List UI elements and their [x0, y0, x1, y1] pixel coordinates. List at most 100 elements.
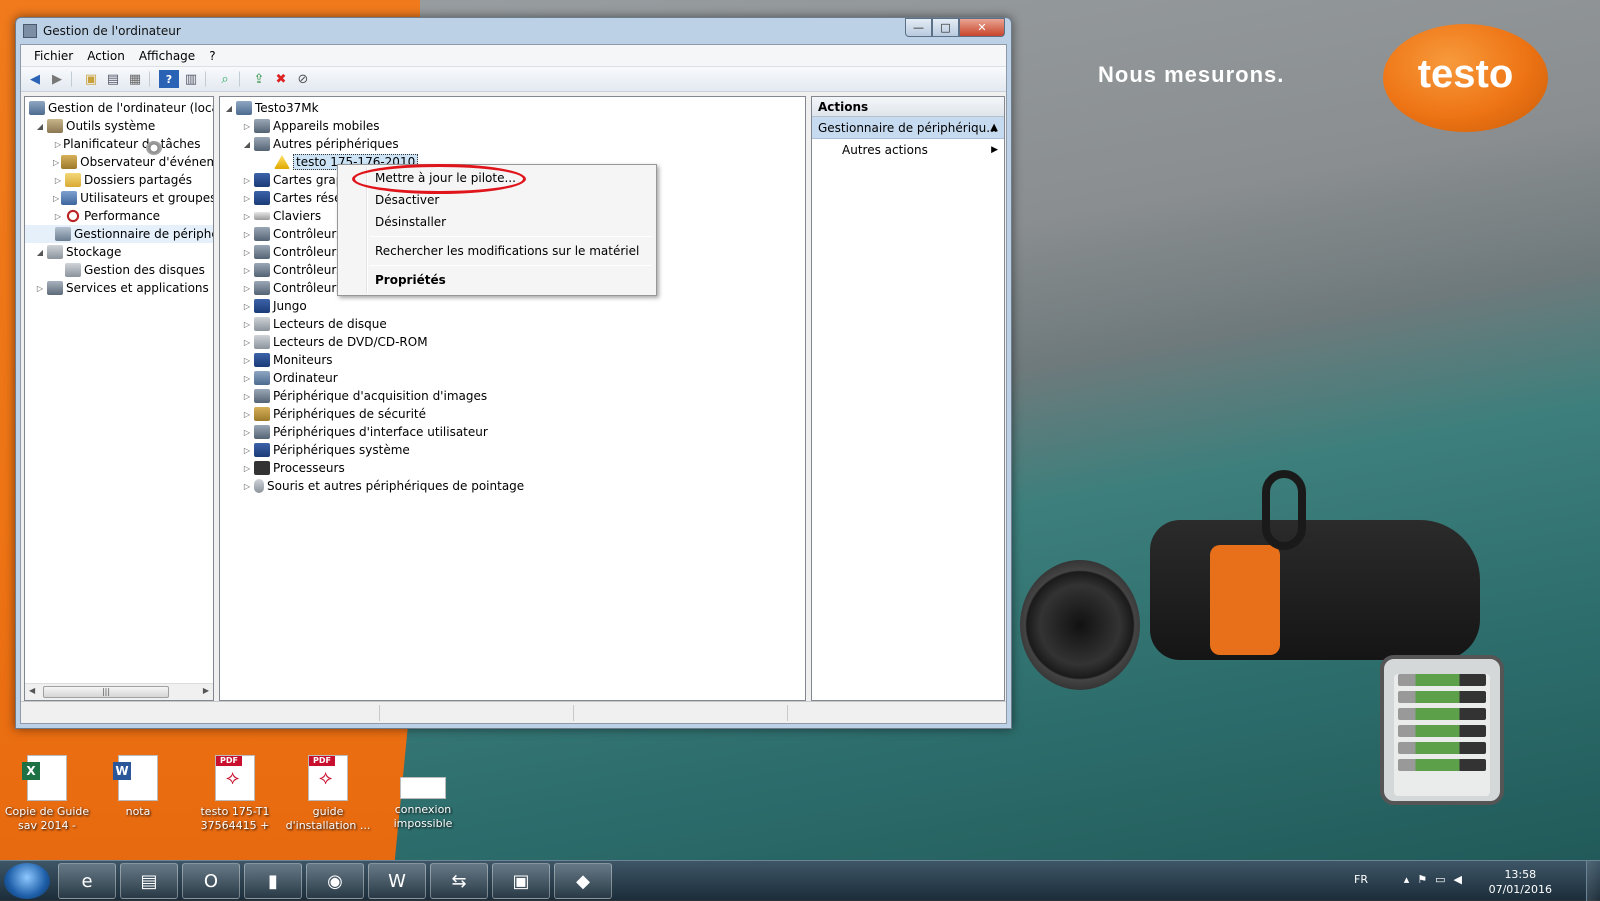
- tree-services-apps[interactable]: ▷ Services et applications: [25, 279, 213, 297]
- forward-icon[interactable]: ▶: [47, 70, 67, 88]
- start-button[interactable]: [4, 863, 50, 899]
- expand-arrow-icon[interactable]: ▷: [242, 320, 252, 329]
- outlook-icon[interactable]: O: [182, 863, 240, 899]
- tree-event-viewer[interactable]: ▷ Observateur d'événeme: [25, 153, 213, 171]
- tree-root[interactable]: Gestion de l'ordinateur (local): [25, 99, 213, 117]
- menu-fichier[interactable]: Fichier: [27, 49, 80, 63]
- tree-disk-management[interactable]: Gestion des disques: [25, 261, 213, 279]
- expand-arrow-icon[interactable]: ▷: [242, 446, 252, 455]
- desktop-icon-testo-pdf[interactable]: testo 175-T1 37564415 +: [190, 755, 280, 833]
- back-icon[interactable]: ◀: [25, 70, 45, 88]
- expand-arrow-icon[interactable]: ▷: [242, 356, 252, 365]
- menu-affichage[interactable]: Affichage: [132, 49, 202, 63]
- scroll-thumb[interactable]: |||: [43, 686, 169, 698]
- tree-storage[interactable]: ◢ Stockage: [25, 243, 213, 261]
- expand-arrow-icon[interactable]: ▷: [242, 248, 252, 257]
- disable-menu-item[interactable]: Désactiver: [340, 189, 654, 211]
- expand-arrow-icon[interactable]: ▷: [242, 374, 252, 383]
- expand-arrow-icon[interactable]: ▷: [53, 194, 59, 203]
- tree-system-tools[interactable]: ◢ Outils système: [25, 117, 213, 135]
- help-icon[interactable]: ?: [159, 70, 179, 88]
- expand-arrow-icon[interactable]: ▷: [53, 158, 59, 167]
- device-root[interactable]: ◢ Testo37Mk: [220, 99, 805, 117]
- menu-action[interactable]: Action: [80, 49, 132, 63]
- tree-shared-folders[interactable]: ▷ Dossiers partagés: [25, 171, 213, 189]
- actions-section-device-manager[interactable]: Gestionnaire de périphériqu... ▲: [812, 117, 1004, 139]
- expand-arrow-icon[interactable]: ▷: [242, 428, 252, 437]
- expand-arrow-icon[interactable]: ▷: [53, 212, 63, 221]
- show-desktop-button[interactable]: [1586, 861, 1600, 901]
- scan-hardware-icon[interactable]: ⌕: [215, 70, 235, 88]
- device-category[interactable]: ▷ Lecteurs de disque: [220, 315, 805, 333]
- expand-arrow-icon[interactable]: ▷: [53, 176, 63, 185]
- computer-management-icon[interactable]: ▣: [492, 863, 550, 899]
- tree-performance[interactable]: ▷ Performance: [25, 207, 213, 225]
- expand-arrow-icon[interactable]: ▷: [242, 410, 252, 419]
- device-category[interactable]: ▷ Ordinateur: [220, 369, 805, 387]
- device-category[interactable]: ▷ Périphériques d'interface utilisateur: [220, 423, 805, 441]
- expand-arrow-icon[interactable]: ▷: [242, 392, 252, 401]
- desktop-icon-guide[interactable]: Copie de Guide sav 2014 -: [2, 755, 92, 833]
- disable-icon[interactable]: ⊘: [293, 70, 313, 88]
- minimize-button[interactable]: —: [905, 18, 932, 37]
- internet-explorer-icon[interactable]: e: [58, 863, 116, 899]
- expand-arrow-icon[interactable]: ▷: [242, 338, 252, 347]
- device-category[interactable]: ▷ Jungo: [220, 297, 805, 315]
- device-category[interactable]: ▷ Processeurs: [220, 459, 805, 477]
- show-hide-tree-icon[interactable]: ▤: [103, 70, 123, 88]
- show-hide-action-pane-icon[interactable]: ▥: [181, 70, 201, 88]
- expand-arrow-icon[interactable]: ▷: [242, 122, 252, 131]
- title-bar[interactable]: Gestion de l'ordinateur — □ ✕: [16, 18, 1011, 44]
- expand-arrow-icon[interactable]: ▷: [242, 302, 252, 311]
- tree-task-scheduler[interactable]: ▷ Planificateur de tâches: [25, 135, 213, 155]
- tray-icons[interactable]: ▴⚑▭◀: [1404, 873, 1470, 886]
- device-category[interactable]: ▷ Lecteurs de DVD/CD-ROM: [220, 333, 805, 351]
- expand-arrow-icon[interactable]: ▷: [242, 266, 252, 275]
- device-category[interactable]: ▷ Moniteurs: [220, 351, 805, 369]
- close-button[interactable]: ✕: [959, 18, 1005, 37]
- language-indicator[interactable]: FR: [1354, 873, 1368, 886]
- collapse-arrow-icon[interactable]: ◢: [224, 104, 234, 113]
- desktop-icon-connexion[interactable]: connexion impossible: [378, 755, 468, 831]
- more-actions-item[interactable]: Autres actions ▶: [812, 139, 1004, 161]
- menu-help[interactable]: ?: [202, 49, 222, 63]
- desktop-icon-guide-pdf[interactable]: guide d'installation ...: [283, 755, 373, 833]
- device-category[interactable]: ▷ Souris et autres périphériques de poin…: [220, 477, 805, 495]
- update-driver-icon[interactable]: ⇪: [249, 70, 269, 88]
- clock[interactable]: 13:58 07/01/2016: [1489, 867, 1552, 897]
- uninstall-icon[interactable]: ✖: [271, 70, 291, 88]
- expand-arrow-icon[interactable]: ▷: [242, 176, 252, 185]
- expand-arrow-icon[interactable]: ▷: [35, 284, 45, 293]
- collapse-arrow-icon[interactable]: ◢: [35, 122, 45, 131]
- expand-arrow-icon[interactable]: ▷: [53, 140, 63, 149]
- chrome-icon[interactable]: ◉: [306, 863, 364, 899]
- expand-arrow-icon[interactable]: ▷: [242, 482, 252, 491]
- word-icon[interactable]: W: [368, 863, 426, 899]
- file-explorer-icon[interactable]: ▤: [120, 863, 178, 899]
- properties-icon[interactable]: ▦: [125, 70, 145, 88]
- device-category-other[interactable]: ◢ Autres périphériques: [220, 135, 805, 153]
- collapse-arrow-icon[interactable]: ◢: [35, 248, 45, 257]
- uninstall-menu-item[interactable]: Désinstaller: [340, 211, 654, 233]
- collapse-up-icon[interactable]: ▲: [990, 117, 998, 138]
- network-icon[interactable]: ◆: [554, 863, 612, 899]
- maximize-button[interactable]: □: [932, 18, 959, 37]
- expand-arrow-icon[interactable]: ▷: [242, 284, 252, 293]
- device-category[interactable]: ▷ Périphériques de sécurité: [220, 405, 805, 423]
- expand-arrow-icon[interactable]: ▷: [242, 194, 252, 203]
- expand-arrow-icon[interactable]: ▷: [242, 464, 252, 473]
- teamviewer-icon[interactable]: ⇆: [430, 863, 488, 899]
- horizontal-scrollbar[interactable]: ◀ ||| ▶: [25, 683, 213, 700]
- scan-hardware-menu-item[interactable]: Rechercher les modifications sur le maté…: [340, 240, 654, 262]
- up-folder-icon[interactable]: ▣: [81, 70, 101, 88]
- expand-arrow-icon[interactable]: ▷: [242, 230, 252, 239]
- usb-tool-icon[interactable]: ▮: [244, 863, 302, 899]
- device-category[interactable]: ▷ Périphériques système: [220, 441, 805, 459]
- scroll-right-icon[interactable]: ▶: [203, 686, 209, 695]
- tree-device-manager[interactable]: Gestionnaire de périphé: [25, 225, 213, 243]
- scroll-left-icon[interactable]: ◀: [29, 686, 35, 695]
- collapse-arrow-icon[interactable]: ◢: [242, 140, 252, 149]
- expand-arrow-icon[interactable]: ▷: [242, 212, 252, 221]
- device-category[interactable]: ▷ Appareils mobiles: [220, 117, 805, 135]
- desktop-icon-nota[interactable]: nota: [93, 755, 183, 819]
